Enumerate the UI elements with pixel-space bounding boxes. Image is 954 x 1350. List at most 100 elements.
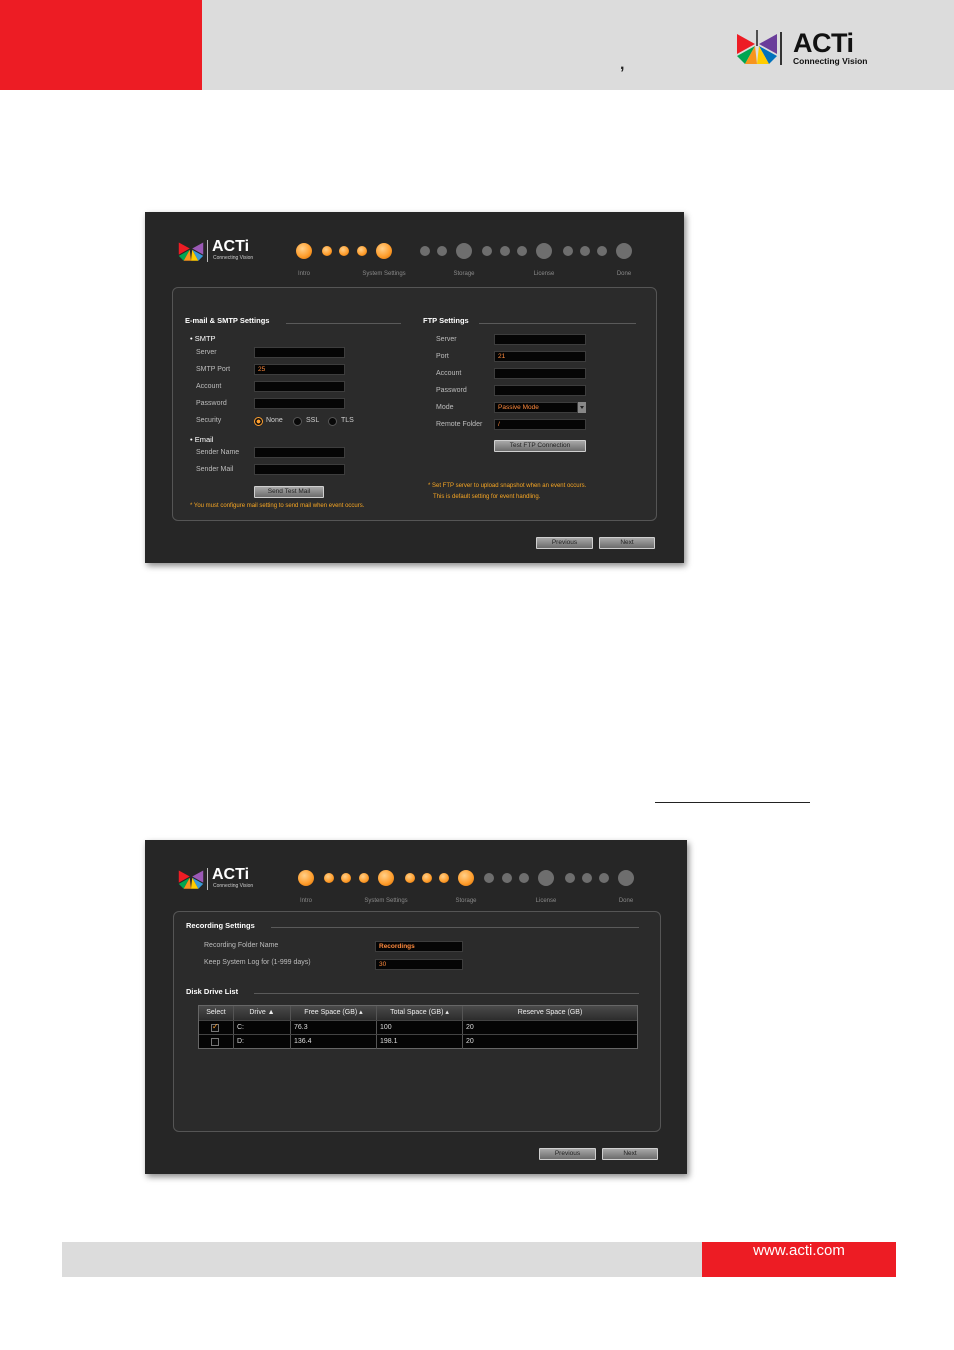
progress-dot — [517, 246, 527, 256]
acti-logo: ACTi Connecting Vision — [735, 28, 875, 70]
disk-drive-list-title: Disk Drive List — [186, 987, 239, 996]
previous-button[interactable]: Previous — [536, 537, 593, 549]
column-drive[interactable]: Drive ▲ — [234, 1006, 291, 1020]
previous-button[interactable]: Previous — [539, 1148, 596, 1160]
column-reserve-space[interactable]: Reserve Space (GB) — [463, 1006, 637, 1020]
section-divider — [254, 993, 639, 994]
free-space-cell: 136.4 — [291, 1035, 377, 1049]
progress-dot — [437, 246, 447, 256]
progress-dot — [405, 873, 415, 883]
ftp-mode-label: Mode — [436, 404, 454, 411]
ftp-section-title: FTP Settings — [423, 316, 469, 325]
select-cell — [199, 1035, 234, 1049]
reserve-space-cell[interactable]: 20 — [463, 1021, 637, 1035]
ftp-note-line-1: * Set FTP server to upload snapshot when… — [428, 483, 587, 489]
reserve-space-cell[interactable]: 20 — [463, 1035, 637, 1049]
progress-dot — [322, 246, 332, 256]
smtp-server-label: Server — [196, 349, 217, 356]
step-label-license: License — [533, 271, 555, 277]
sort-up-icon: ▴ — [445, 1009, 449, 1016]
smtp-port-input[interactable]: 25 — [254, 364, 345, 375]
progress-dot — [484, 873, 494, 883]
butterfly-logo-icon — [178, 870, 204, 889]
step-label-done: Done — [616, 271, 632, 277]
progress-dot — [500, 246, 510, 256]
next-button[interactable]: Next — [599, 537, 655, 549]
ftp-server-input[interactable] — [494, 334, 586, 345]
drive-c-checkbox[interactable] — [211, 1022, 219, 1032]
smtp-password-label: Password — [196, 400, 227, 407]
ftp-password-input[interactable] — [494, 385, 586, 396]
security-tls-radio[interactable] — [328, 417, 337, 426]
progress-dot — [458, 870, 474, 886]
ftp-mode-select[interactable]: Passive Mode — [494, 402, 578, 413]
table-row[interactable]: C: 76.3 100 20 — [199, 1020, 637, 1035]
test-ftp-connection-button[interactable]: Test FTP Connection — [494, 440, 586, 452]
column-free-space[interactable]: Free Space (GB) ▴ — [291, 1006, 377, 1020]
wizard-logo: ACTi Connecting Vision — [177, 238, 272, 268]
total-space-cell: 198.1 — [377, 1035, 463, 1049]
drive-d-checkbox[interactable] — [211, 1038, 219, 1046]
table-row[interactable]: D: 136.4 198.1 20 — [199, 1034, 637, 1049]
remote-folder-label: Remote Folder — [436, 421, 483, 428]
folder-name-input[interactable]: Recordings — [375, 941, 463, 952]
step-label-license: License — [535, 898, 557, 904]
smtp-password-input[interactable] — [254, 398, 345, 409]
progress-dot — [420, 246, 430, 256]
progress-dot — [359, 873, 369, 883]
progress-dot — [339, 246, 349, 256]
security-label: Security — [196, 417, 222, 424]
smtp-port-label: SMTP Port — [196, 366, 231, 373]
logo-separator — [207, 868, 208, 890]
logo-name: ACTi — [212, 866, 250, 883]
step-label-system-settings: System Settings — [364, 898, 408, 904]
ftp-account-input[interactable] — [494, 368, 586, 379]
progress-dot — [296, 243, 312, 259]
step-label-system-settings: System Settings — [362, 271, 406, 277]
smtp-server-input[interactable] — [254, 347, 345, 358]
progress-dot — [324, 873, 334, 883]
security-none-label: None — [266, 417, 283, 424]
header-comma: , — [620, 56, 625, 73]
progress-dot — [298, 870, 314, 886]
step-label-intro: Intro — [297, 271, 311, 277]
progress-dot — [597, 246, 607, 256]
sender-mail-input[interactable] — [254, 464, 345, 475]
logo-tagline: Connecting Vision — [213, 883, 254, 889]
keep-log-input[interactable]: 30 — [375, 959, 463, 970]
ftp-note-line-2: This is default setting for event handli… — [433, 494, 541, 500]
wizard-progress: Intro System Settings Storage License Do… — [297, 869, 642, 909]
section-divider — [271, 927, 639, 928]
progress-dot — [616, 243, 632, 259]
sender-name-input[interactable] — [254, 447, 345, 458]
table-header-row: Select Drive ▲ Free Space (GB) ▴ Total S… — [199, 1006, 637, 1020]
header-red-block — [0, 0, 202, 90]
smtp-account-input[interactable] — [254, 381, 345, 392]
sort-up-icon: ▲ — [267, 1009, 275, 1016]
logo-separator — [780, 32, 782, 65]
security-ssl-label: SSL — [306, 417, 320, 424]
footer-red-block: www.acti.com — [702, 1242, 896, 1277]
send-test-mail-button[interactable]: Send Test Mail — [254, 486, 324, 498]
progress-dot — [422, 873, 432, 883]
column-total-space[interactable]: Total Space (GB) ▴ — [377, 1006, 463, 1020]
column-select[interactable]: Select — [199, 1006, 234, 1020]
ftp-server-label: Server — [436, 336, 457, 343]
disk-drive-table: Select Drive ▲ Free Space (GB) ▴ Total S… — [198, 1005, 638, 1049]
footer-url-link[interactable]: www.acti.com — [702, 1242, 896, 1277]
ftp-password-label: Password — [436, 387, 467, 394]
ftp-port-input[interactable]: 21 — [494, 351, 586, 362]
progress-dot — [439, 873, 449, 883]
logo-name: ACTi — [212, 238, 250, 255]
butterfly-logo-icon — [178, 242, 204, 261]
next-button[interactable]: Next — [602, 1148, 658, 1160]
remote-folder-input[interactable]: / — [494, 419, 586, 430]
storage-panel: Recording Settings Recording Folder Name… — [173, 911, 661, 1132]
progress-dot — [580, 246, 590, 256]
wizard-progress: Intro System Settings Storage License Do… — [295, 242, 640, 282]
progress-dot — [618, 870, 634, 886]
logo-tagline: Connecting Vision — [793, 56, 868, 66]
chevron-down-icon[interactable] — [578, 402, 586, 413]
security-none-radio[interactable] — [254, 417, 263, 426]
security-ssl-radio[interactable] — [293, 417, 302, 426]
